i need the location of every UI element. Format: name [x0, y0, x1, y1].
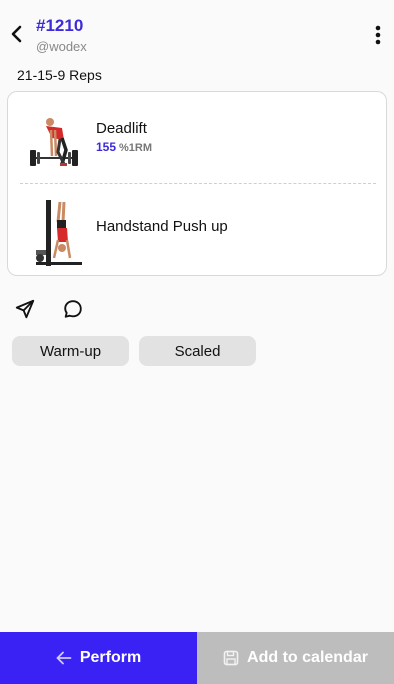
workout-actions [14, 298, 104, 320]
tag-chip-warm-up[interactable]: Warm-up [12, 336, 129, 366]
comment-icon[interactable] [62, 298, 84, 320]
exercise-row[interactable]: Deadlift 155 %1RM [8, 98, 388, 186]
perform-label: Perform [79, 649, 142, 666]
weight-unit: %1RM [119, 142, 153, 154]
exercise-divider [20, 183, 376, 184]
tag-chip-scaled[interactable]: Scaled [139, 336, 256, 366]
rep-scheme: 21-15-9 Reps [17, 67, 102, 83]
deadlift-illustration [30, 118, 78, 166]
more-options-button[interactable] [370, 22, 386, 48]
save-icon [223, 650, 239, 666]
author-handle[interactable]: @wodex [36, 39, 87, 54]
handstand-pushup-illustration [36, 200, 82, 266]
app-header: #1210 @wodex [0, 0, 394, 62]
weight-value: 155 [96, 140, 117, 154]
back-button[interactable] [6, 22, 26, 46]
add-to-calendar-button[interactable]: Add to calendar [197, 632, 394, 684]
send-icon[interactable] [14, 298, 36, 320]
add-to-calendar-label: Add to calendar [247, 649, 368, 666]
kebab-menu-icon [375, 25, 381, 45]
arrow-left-icon [56, 651, 72, 665]
perform-button[interactable]: Perform [0, 632, 197, 684]
exercise-row[interactable]: Handstand Push up [8, 188, 388, 276]
exercise-weight: 155 %1RM [96, 140, 152, 154]
exercise-name: Deadlift [96, 120, 147, 137]
workout-id: #1210 [36, 16, 84, 35]
exercise-name: Handstand Push up [96, 218, 228, 235]
exercise-card: Deadlift 155 %1RM Handstand Push up [7, 91, 387, 276]
bottom-action-bar: Perform Add to calendar [0, 632, 394, 684]
chevron-left-icon [11, 25, 22, 43]
